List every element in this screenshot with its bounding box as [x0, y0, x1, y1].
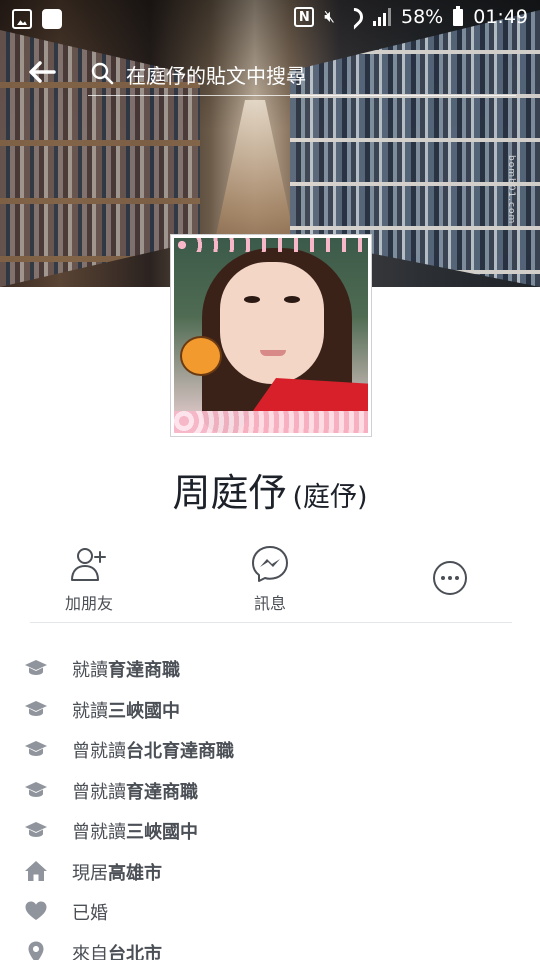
section-divider [30, 622, 512, 623]
status-bar: N 🔇︎ 58% 01:49 [0, 0, 540, 38]
back-button[interactable] [26, 56, 58, 88]
profile-actions: 加朋友 訊息 [0, 540, 540, 620]
wifi-icon [341, 4, 367, 30]
intro-value: 育達商職 [126, 781, 198, 803]
flower-frame-top [174, 238, 368, 252]
intro-prefix: 已婚 [72, 903, 108, 924]
search-placeholder: 在庭伃的貼文中搜尋 [126, 64, 306, 88]
signal-icon [373, 8, 391, 26]
education-icon [25, 741, 47, 756]
intro-prefix: 就讀 [72, 660, 108, 681]
gallery-icon [12, 9, 32, 29]
intro-prefix: 來自 [72, 943, 108, 960]
intro-value: 三峽國中 [126, 822, 198, 843]
more-icon [433, 561, 467, 595]
search-posts-bar[interactable]: 在庭伃的貼文中搜尋 [88, 54, 516, 96]
avatar [174, 238, 368, 433]
intro-value: 高雄市 [108, 862, 162, 884]
intro-prefix: 就讀 [72, 700, 108, 722]
intro-prefix: 曾就讀 [72, 781, 126, 803]
intro-prefix: 現居 [72, 862, 108, 884]
battery-percent: 58% [401, 6, 444, 28]
add-friend-icon [71, 548, 106, 581]
profile-alternate-name: (庭伃) [292, 482, 368, 513]
education-icon [25, 660, 47, 675]
battery-icon [453, 5, 464, 26]
message-label: 訊息 [253, 594, 286, 613]
intro-item-relationship[interactable]: 已婚 [0, 891, 540, 932]
intro-item-education[interactable]: 曾就讀台北育達商職 [0, 729, 540, 770]
location-pin-icon [28, 941, 44, 960]
more-button[interactable] [395, 540, 505, 604]
arrow-left-icon [29, 61, 56, 83]
message-button[interactable]: 訊息 [215, 540, 325, 614]
intro-item-residence[interactable]: 現居高雄市 [0, 851, 540, 892]
education-icon [25, 781, 47, 797]
intro-item-hometown[interactable]: 來自台北市 [0, 932, 540, 960]
messenger-icon [252, 546, 288, 582]
add-friend-button[interactable]: 加朋友 [34, 540, 144, 614]
intro-list: 就讀育達商職 就讀三峽國中 曾就讀台北育達商職 曾就讀育達商職 曾就讀三峽國中 [0, 648, 540, 960]
intro-value: 育達商職 [108, 660, 180, 681]
intro-prefix: 曾就讀 [72, 741, 126, 762]
profile-name: 周庭伃 [172, 471, 287, 515]
intro-item-education[interactable]: 曾就讀三峽國中 [0, 810, 540, 851]
profile-picture[interactable] [170, 234, 372, 437]
education-icon [25, 822, 47, 837]
home-icon [25, 860, 47, 881]
cover-watermark: bomb01.com [506, 155, 516, 225]
intro-item-education[interactable]: 就讀育達商職 [0, 648, 540, 689]
bear-sticker-icon [180, 336, 222, 376]
education-icon [25, 700, 47, 716]
intro-value: 台北育達商職 [126, 741, 234, 762]
intro-value: 三峽國中 [108, 700, 180, 722]
app-icon [42, 9, 62, 29]
intro-item-education[interactable]: 就讀三峽國中 [0, 689, 540, 730]
clock: 01:49 [473, 6, 528, 28]
mute-icon: 🔇︎ [324, 7, 335, 27]
search-icon [91, 62, 114, 85]
intro-item-education[interactable]: 曾就讀育達商職 [0, 770, 540, 811]
flower-frame-bottom [174, 411, 368, 433]
add-friend-label: 加朋友 [64, 594, 113, 613]
intro-prefix: 曾就讀 [72, 822, 126, 843]
heart-icon [25, 901, 47, 920]
nfc-icon: N [294, 7, 315, 27]
profile-name-row: 周庭伃 (庭伃) [0, 462, 540, 517]
intro-value: 台北市 [108, 943, 162, 960]
